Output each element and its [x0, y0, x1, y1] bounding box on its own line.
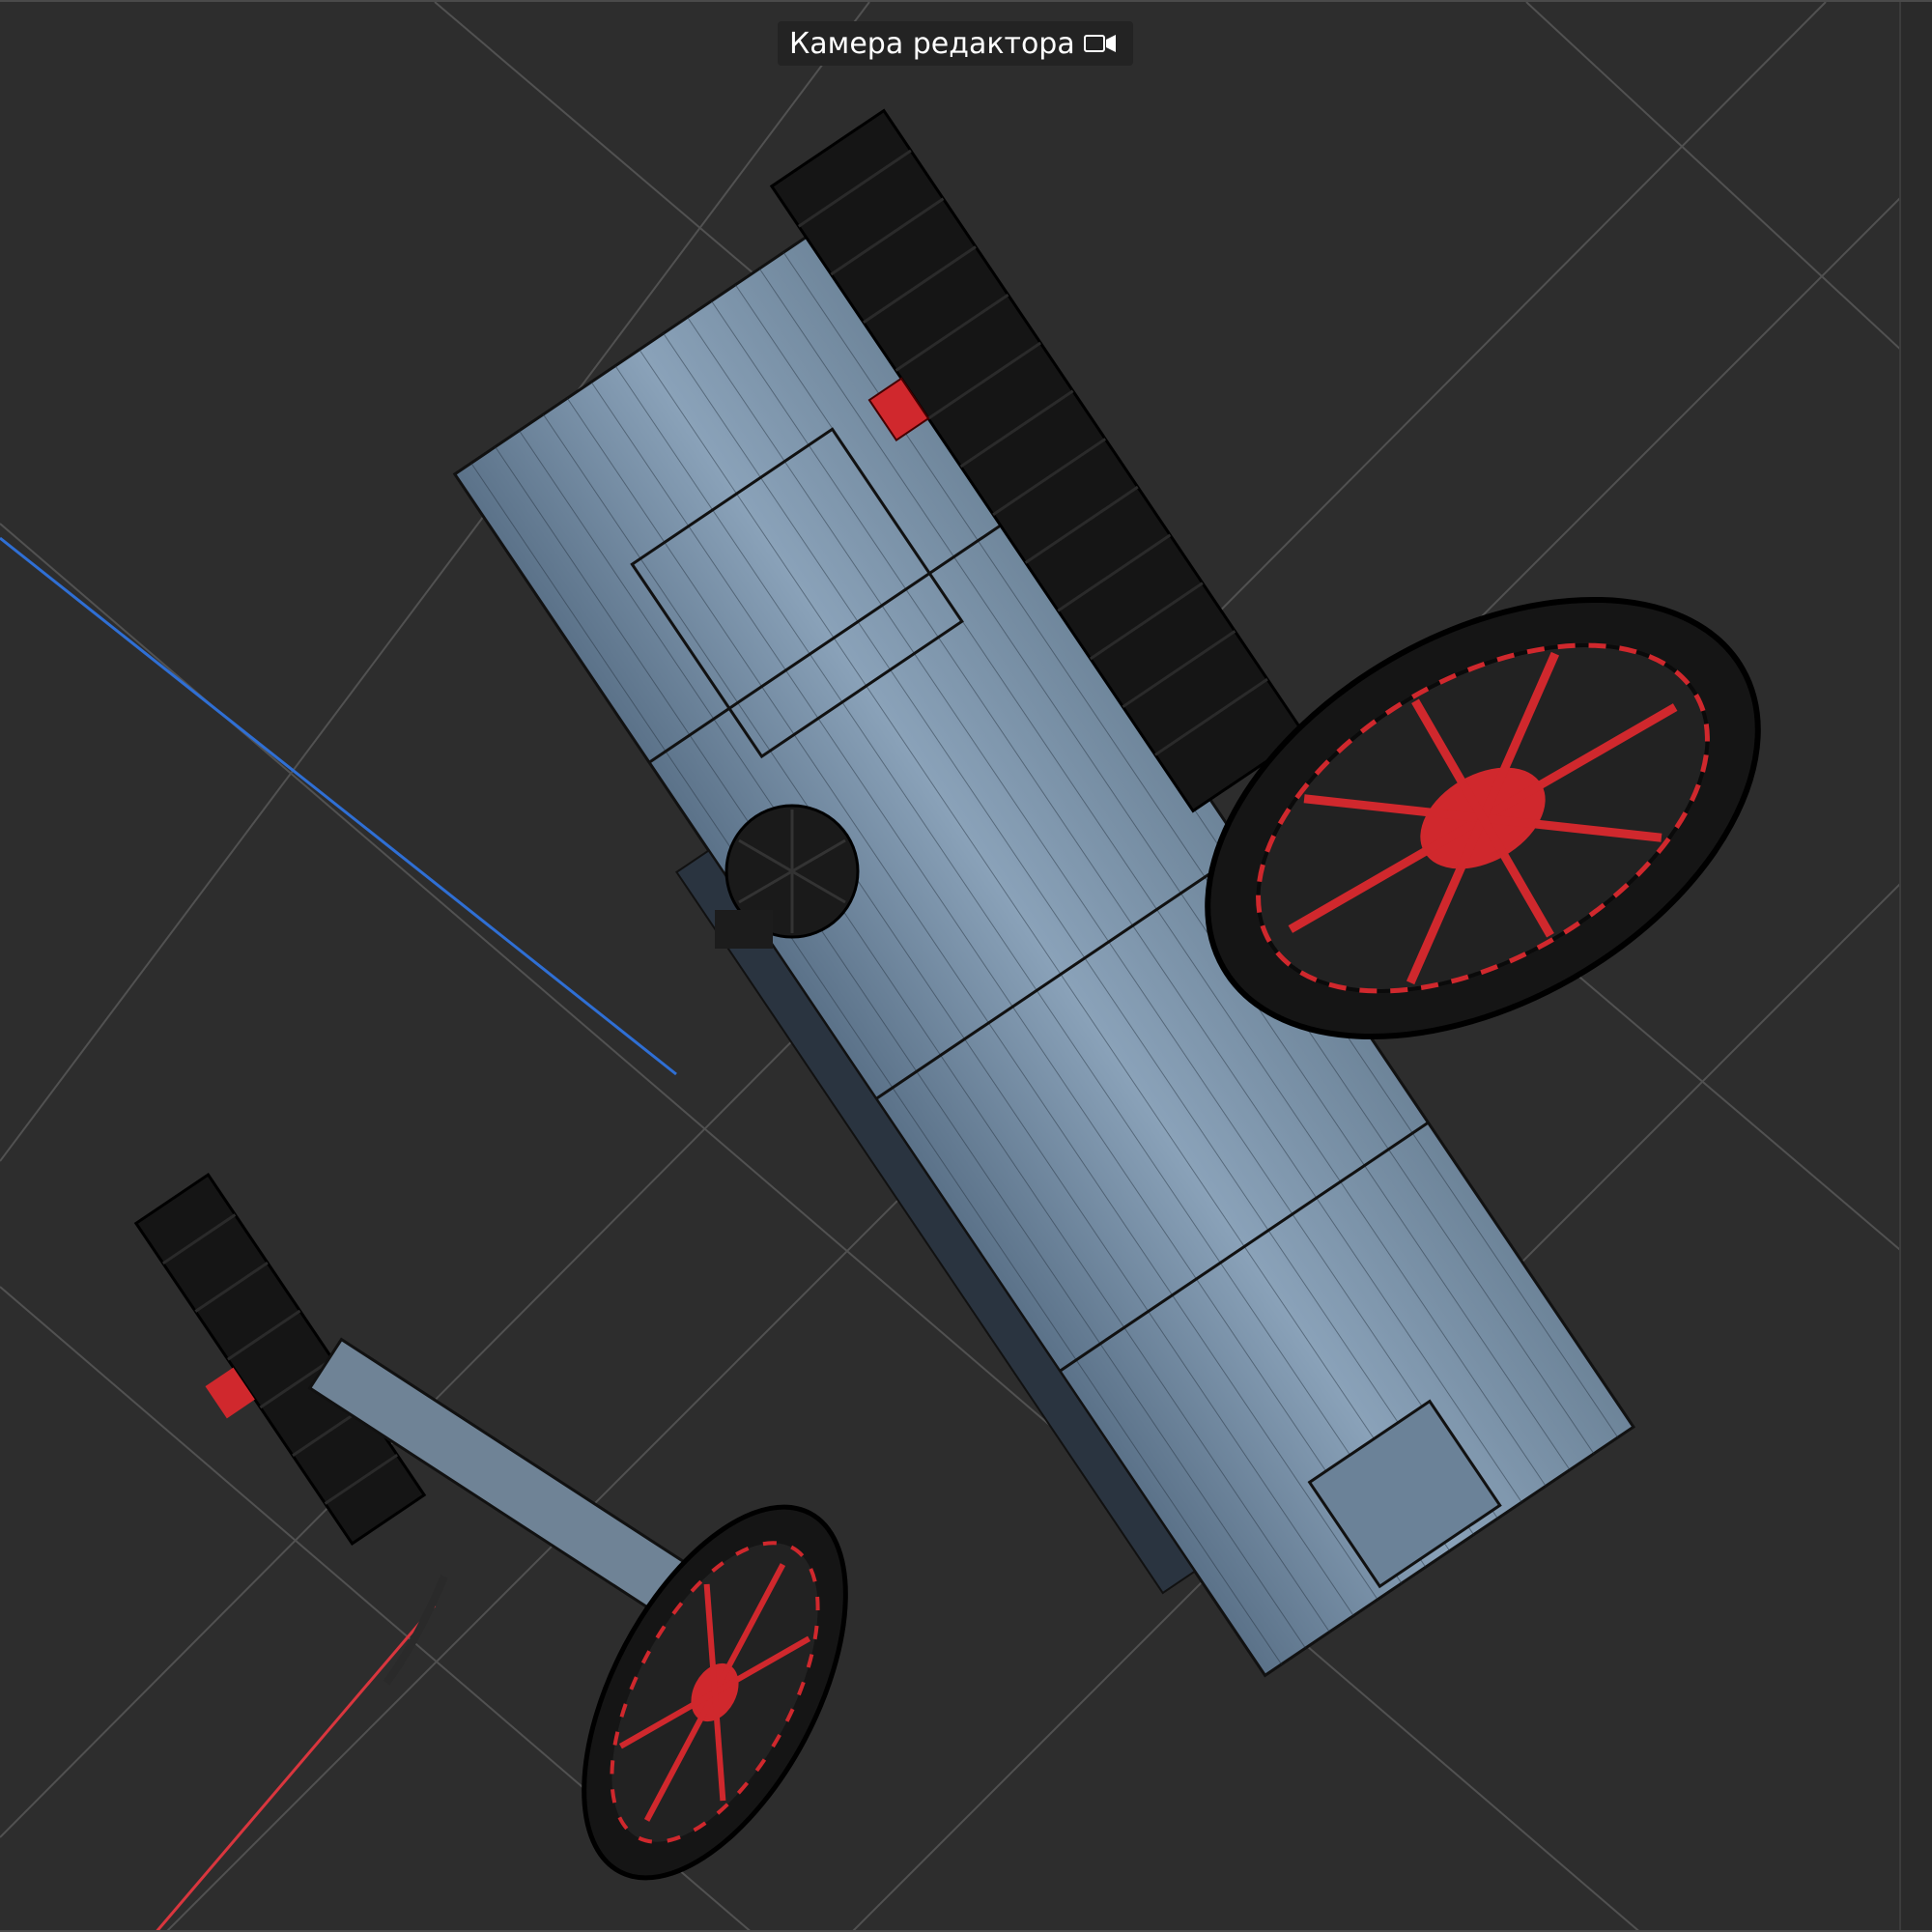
scene-canvas[interactable]	[0, 2, 1932, 1932]
cable	[383, 1575, 448, 1686]
camera-selector[interactable]: Камера редактора	[778, 21, 1133, 66]
camera-label: Камера редактора	[789, 26, 1075, 61]
axis-x-line	[156, 1605, 437, 1930]
video-camera-icon	[1083, 30, 1118, 57]
editor-viewport[interactable]: Камера редактора	[0, 0, 1932, 1932]
vehicle-model[interactable]	[108, 108, 1834, 1919]
viewport-side-panel	[1899, 2, 1932, 1930]
